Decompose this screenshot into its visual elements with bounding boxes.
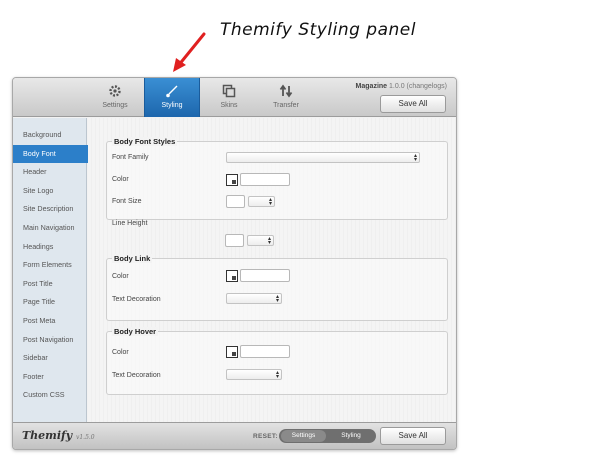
section-body-hover: Body Hover Color Text Decoration ▴ ▾ — [106, 327, 448, 395]
text-decoration-select[interactable]: ▴ ▾ — [226, 369, 282, 380]
sidebar-item-background[interactable]: Background — [13, 126, 86, 145]
sidebar-item-site-description[interactable]: Site Description — [13, 200, 86, 219]
line-height-unit-select[interactable]: ▴ ▾ — [247, 235, 274, 246]
brush-icon — [166, 85, 178, 98]
line-height-input[interactable] — [225, 234, 244, 247]
sidebar-item-form-elements[interactable]: Form Elements — [13, 256, 86, 275]
select-arrows-icon: ▴ ▾ — [267, 236, 271, 246]
select-arrows-icon: ▴ ▾ — [413, 153, 417, 163]
reset-pill: Settings Styling — [279, 429, 376, 443]
select-arrows-icon: ▴ ▾ — [275, 294, 279, 304]
sidebar-item-sidebar[interactable]: Sidebar — [13, 349, 86, 368]
text-decoration-label: Text Decoration — [112, 296, 161, 303]
text-decoration-label: Text Decoration — [112, 372, 161, 379]
transfer-icon — [279, 84, 293, 98]
sidebar: Background Body Font Header Site Logo Si… — [13, 118, 97, 423]
theme-info: Magazine 1.0.0 (changelogs) — [356, 83, 447, 90]
font-family-label: Font Family — [112, 154, 149, 161]
sidebar-item-post-navigation[interactable]: Post Navigation — [13, 331, 86, 350]
tab-styling-label: Styling — [161, 102, 183, 109]
sidebar-item-custom-css[interactable]: Custom CSS — [13, 386, 86, 405]
sidebar-item-header[interactable]: Header — [13, 163, 86, 182]
color-picker-swatch[interactable] — [226, 270, 238, 282]
section-body-link: Body Link Color Text Decoration ▴ ▾ — [106, 254, 448, 321]
font-size-label: Font Size — [112, 198, 142, 205]
color-label: Color — [112, 176, 129, 183]
themify-logo: Themify v1.5.0 — [22, 429, 95, 442]
tab-skins[interactable]: Skins — [201, 78, 257, 117]
sidebar-item-post-meta[interactable]: Post Meta — [13, 312, 86, 331]
save-all-button-top[interactable]: Save All — [380, 95, 446, 113]
logo-version: v1.5.0 — [75, 434, 95, 441]
logo-text: Themify — [22, 429, 73, 442]
sidebar-nav: Background Body Font Header Site Logo Si… — [13, 118, 97, 405]
tab-skins-label: Skins — [220, 102, 238, 109]
sidebar-item-site-logo[interactable]: Site Logo — [13, 182, 86, 201]
color-picker-swatch[interactable] — [226, 174, 238, 186]
sidebar-item-body-font[interactable]: Body Font — [13, 144, 97, 164]
color-picker-swatch[interactable] — [226, 346, 238, 358]
section-body-font-styles: Body Font Styles Font Family ▴ ▾ Color Fo… — [106, 137, 448, 227]
tab-transfer-label: Transfer — [273, 102, 299, 109]
gear-icon — [109, 85, 121, 97]
sidebar-item-post-title[interactable]: Post Title — [13, 275, 86, 294]
sidebar-item-headings[interactable]: Headings — [13, 238, 86, 257]
save-all-button-bottom[interactable]: Save All — [380, 427, 446, 445]
sidebar-item-footer[interactable]: Footer — [13, 368, 86, 387]
bottom-toolbar: Themify v1.5.0 RESET: Settings Styling S… — [13, 422, 456, 449]
tab-settings[interactable]: Settings — [87, 78, 143, 117]
theme-name: Magazine — [355, 83, 388, 90]
annotation-caption: Themify Styling panel — [220, 20, 416, 40]
themify-panel: Settings Styling Skins Transfer Magazine… — [12, 77, 457, 450]
reset-settings-button[interactable]: Settings — [281, 430, 326, 442]
font-family-select[interactable]: ▴ ▾ — [226, 152, 420, 163]
annotation-arrow — [173, 32, 206, 72]
styling-content: Body Font Styles Font Family ▴ ▾ Color Fo… — [88, 118, 456, 423]
section-title: Body Hover — [112, 327, 159, 336]
reset-styling-button[interactable]: Styling — [331, 429, 371, 443]
section-title: Body Link — [112, 254, 153, 263]
font-size-input[interactable] — [226, 195, 245, 208]
select-arrows-icon: ▴ ▾ — [275, 370, 279, 380]
tab-settings-label: Settings — [102, 102, 128, 109]
reset-label: RESET: — [253, 433, 278, 440]
top-toolbar: Settings Styling Skins Transfer Magazine… — [13, 78, 456, 117]
sidebar-item-page-title[interactable]: Page Title — [13, 293, 86, 312]
font-size-unit-select[interactable]: ▴ ▾ — [248, 196, 275, 207]
color-label: Color — [112, 349, 129, 356]
skins-icon — [222, 84, 236, 98]
sidebar-item-main-navigation[interactable]: Main Navigation — [13, 219, 86, 238]
color-hex-input[interactable] — [240, 269, 290, 282]
tab-transfer[interactable]: Transfer — [258, 78, 314, 117]
text-decoration-select[interactable]: ▴ ▾ — [226, 293, 282, 304]
color-label: Color — [112, 273, 129, 280]
section-title: Body Font Styles — [112, 137, 178, 146]
line-height-label: Line Height — [112, 220, 148, 227]
color-hex-input[interactable] — [240, 345, 290, 358]
color-hex-input[interactable] — [240, 173, 290, 186]
theme-version[interactable]: 1.0.0 (changelogs) — [389, 83, 447, 90]
tab-styling[interactable]: Styling — [144, 78, 200, 117]
select-arrows-icon: ▴ ▾ — [268, 197, 272, 207]
